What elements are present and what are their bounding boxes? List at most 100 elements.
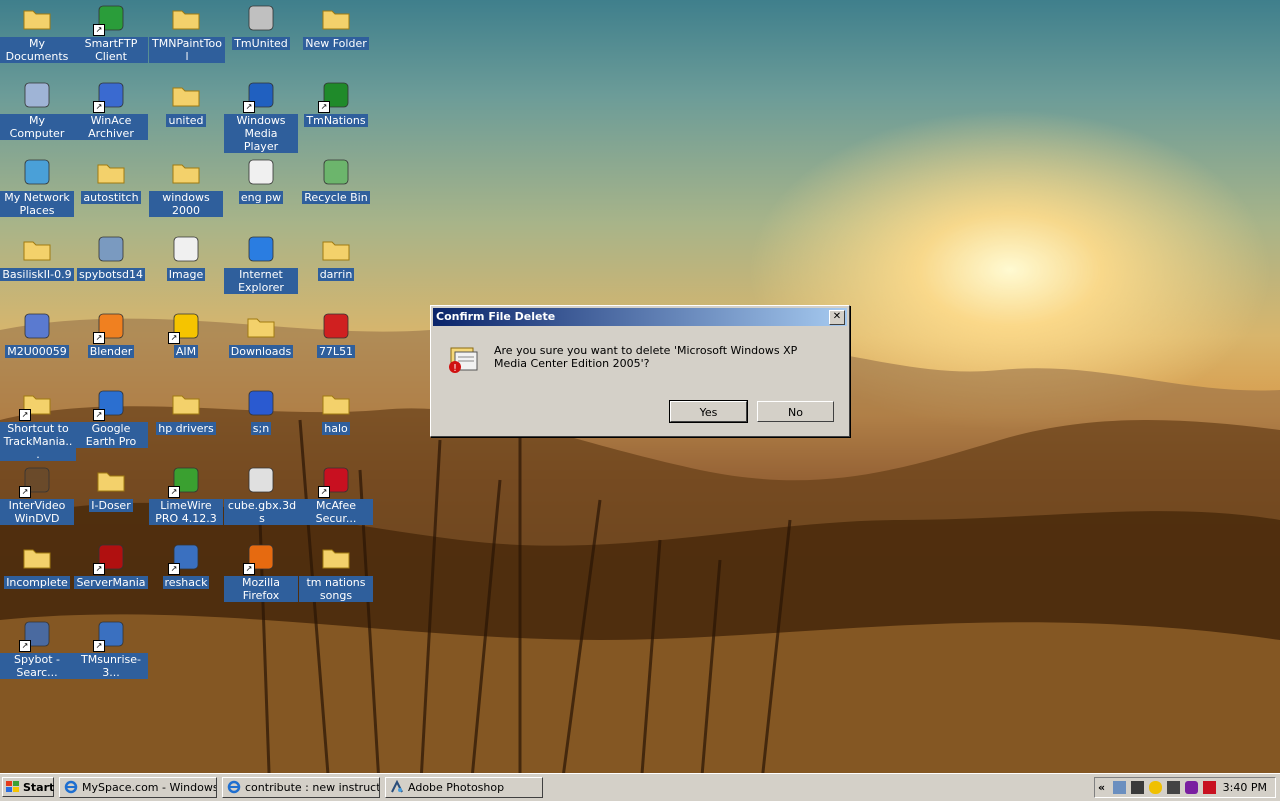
car-icon: [320, 310, 352, 342]
desktop-icon[interactable]: TMNPaintTool: [149, 2, 225, 63]
shortcut-arrow-icon: ↗: [93, 101, 105, 113]
desktop-icon-label: s;n: [250, 422, 272, 435]
desktop-icon[interactable]: Internet Explorer: [224, 233, 298, 294]
start-label: Start: [23, 781, 55, 794]
desktop-icon[interactable]: ↗ LimeWire PRO 4.12.3: [149, 464, 223, 525]
desktop-icon[interactable]: ↗ Google Earth Pro: [74, 387, 148, 448]
desktop-icon[interactable]: ↗ TmNations: [299, 79, 373, 127]
desktop-icon-label: TMsunrise-3...: [74, 653, 148, 679]
desktop-icon[interactable]: Incomplete: [0, 541, 74, 589]
no-button[interactable]: No: [757, 401, 834, 422]
yes-button[interactable]: Yes: [669, 400, 748, 423]
desktop-icon[interactable]: M2U00059: [0, 310, 74, 358]
desktop-icon[interactable]: ↗ Windows Media Player: [224, 79, 298, 153]
desktop-icon[interactable]: s;n: [224, 387, 298, 435]
desktop-icon[interactable]: TmUnited: [224, 2, 298, 50]
desktop-icon[interactable]: ↗ ServerMania: [74, 541, 148, 589]
folder-icon: [170, 2, 202, 34]
video-file-icon: [21, 310, 53, 342]
desktop-icon-label: SmartFTP Client: [74, 37, 148, 63]
desktop-icon[interactable]: BasiliskII-0.9: [0, 233, 74, 281]
folder-icon: [320, 233, 352, 265]
windvd-icon: ↗: [19, 464, 53, 498]
desktop-icon-label: Spybot - Searc...: [0, 653, 74, 679]
delete-files-icon: !: [449, 347, 478, 374]
shortcut-arrow-icon: ↗: [93, 563, 105, 575]
clock[interactable]: 3:40 PM: [1223, 778, 1267, 797]
dialog-titlebar[interactable]: Confirm File Delete ✕: [433, 308, 847, 326]
monitor-icon[interactable]: [1167, 781, 1180, 794]
start-button[interactable]: Start: [2, 777, 54, 797]
desktop-icon[interactable]: hp drivers: [149, 387, 223, 435]
task-myspace[interactable]: MySpace.com - Windows...: [59, 777, 217, 798]
desktop-icon[interactable]: I-Doser: [74, 464, 148, 512]
desktop-icon-label: Blender: [87, 345, 135, 358]
desktop-icon[interactable]: ↗ TMsunrise-3...: [74, 618, 148, 679]
recycle-bin-icon: [320, 156, 352, 188]
task-photoshop[interactable]: Adobe Photoshop: [385, 777, 543, 798]
desktop-icon[interactable]: ↗ Shortcut to TrackMania...: [0, 387, 76, 461]
desktop-icon[interactable]: autostitch: [74, 156, 148, 204]
desktop-icon[interactable]: ↗ SmartFTP Client: [74, 2, 148, 63]
desktop-icon[interactable]: My Documents: [0, 2, 74, 63]
desktop-icon[interactable]: ↗ Blender: [74, 310, 148, 358]
desktop-icon-label: TmNations: [304, 114, 368, 127]
tray-expand-button[interactable]: «: [1098, 779, 1105, 796]
desktop-icon[interactable]: spybotsd14: [74, 233, 148, 281]
desktop-icon[interactable]: united: [149, 79, 223, 127]
desktop-icon[interactable]: ↗ WinAce Archiver: [74, 79, 148, 140]
desktop-icon-label: I-Doser: [89, 499, 133, 512]
task-contribute[interactable]: contribute : new instruct...: [222, 777, 380, 798]
app-tray-icon[interactable]: [1185, 781, 1198, 794]
close-icon: ✕: [832, 311, 842, 322]
confirm-delete-dialog: Confirm File Delete ✕ ! Are you sure you…: [430, 305, 850, 437]
shortcut-arrow-icon: ↗: [19, 486, 31, 498]
desktop-icon-label: windows 2000: [149, 191, 223, 217]
desktop-icon[interactable]: ↗ InterVideo WinDVD: [0, 464, 74, 525]
desktop-icon[interactable]: ↗ Spybot - Searc...: [0, 618, 74, 679]
desktop-icon[interactable]: ↗ McAfee Secur...: [299, 464, 373, 525]
desktop-icon[interactable]: 77L51: [299, 310, 373, 358]
desktop-icon-label: TMNPaintTool: [149, 37, 225, 63]
network-places-icon: [21, 156, 53, 188]
folder-icon: [320, 2, 352, 34]
desktop-icon[interactable]: halo: [299, 387, 373, 435]
aim-tray-icon[interactable]: [1149, 781, 1162, 794]
network-icon[interactable]: [1131, 781, 1144, 794]
folder-icon: [320, 387, 352, 419]
desktop-icon[interactable]: ↗ Mozilla Firefox: [224, 541, 298, 602]
desktop-icon[interactable]: Recycle Bin: [299, 156, 373, 204]
desktop-icon[interactable]: ↗ AIM: [149, 310, 223, 358]
shortcut-arrow-icon: ↗: [93, 640, 105, 652]
desktop-icon[interactable]: eng pw: [224, 156, 298, 204]
desktop-icon[interactable]: cube.gbx.3ds: [224, 464, 300, 525]
folder-icon: [320, 541, 352, 573]
mcafee-tray-icon[interactable]: [1203, 781, 1216, 794]
task-label: Adobe Photoshop: [408, 781, 505, 794]
desktop-icon-label: Windows Media Player: [224, 114, 298, 153]
folder-icon: [21, 233, 53, 265]
smartftp-icon: ↗: [93, 2, 127, 36]
shortcut-arrow-icon: ↗: [93, 332, 105, 344]
text-document-icon: [245, 156, 277, 188]
desktop-icon[interactable]: My Network Places: [0, 156, 74, 217]
desktop-icon[interactable]: windows 2000: [149, 156, 223, 217]
desktop-icon[interactable]: My Computer: [0, 79, 74, 140]
aim-icon: ↗: [168, 310, 202, 344]
desktop-icon[interactable]: Downloads: [224, 310, 298, 358]
desktop-icon[interactable]: darrin: [299, 233, 373, 281]
folder-icon: [170, 156, 202, 188]
desktop-icon-label: ServerMania: [74, 576, 148, 589]
close-button[interactable]: ✕: [829, 310, 845, 325]
installer-icon: [95, 233, 127, 265]
desktop-icon-label: My Documents: [0, 37, 74, 63]
shortcut-arrow-icon: ↗: [318, 101, 330, 113]
desktop-icon[interactable]: Image: [149, 233, 223, 281]
desktop-icon-label: AIM: [173, 345, 199, 358]
desktop-icon[interactable]: New Folder: [299, 2, 373, 50]
folder-icon: ↗: [19, 387, 53, 421]
desktop-icon[interactable]: tm nations songs: [299, 541, 373, 602]
folder-icon: [170, 79, 202, 111]
volume-icon[interactable]: [1113, 781, 1126, 794]
desktop-icon[interactable]: ↗ reshack: [149, 541, 223, 589]
